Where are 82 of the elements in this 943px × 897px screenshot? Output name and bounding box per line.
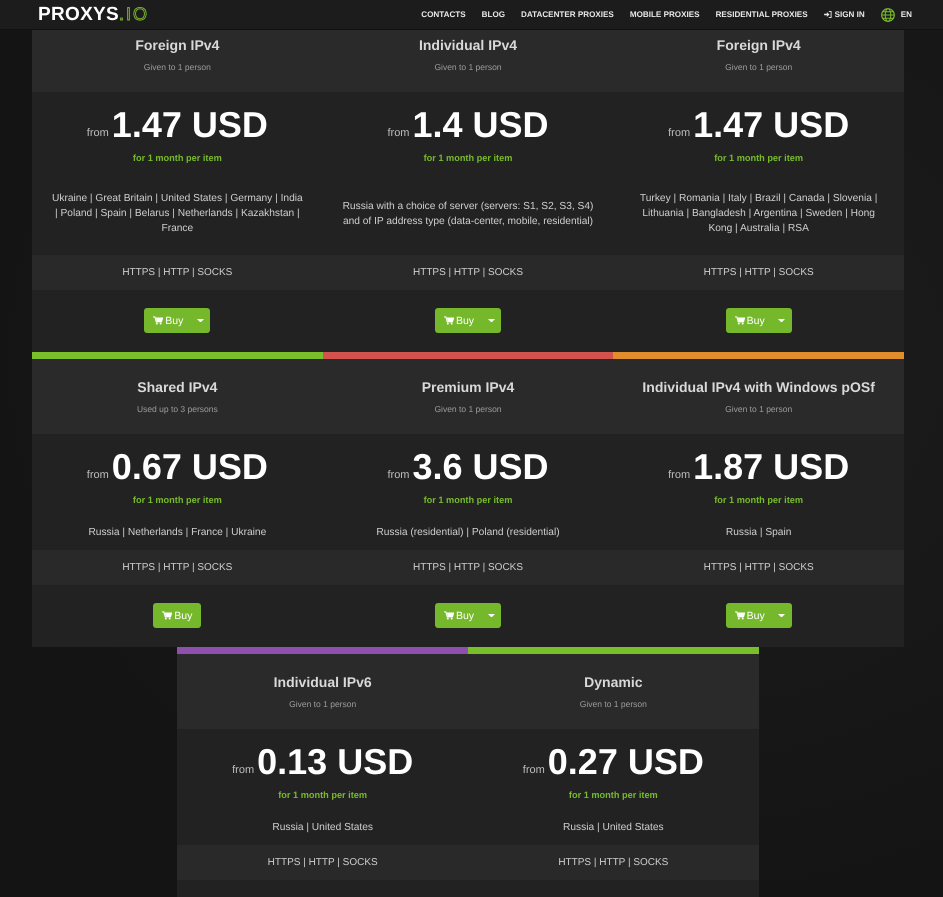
from-label: from [668,469,690,481]
plan-subtitle: Given to 1 person [142,61,212,73]
from-label: from [387,127,410,139]
plan-subtitle: Given to 1 person [724,61,794,73]
from-label: from [86,469,109,481]
nav-link[interactable]: CONTACTS [421,8,466,20]
country-list: Russia | United States [272,820,373,835]
plan-subtitle: Given to 1 person [433,403,503,415]
cart-icon [734,316,745,325]
plan-subtitle: Given to 1 person [578,698,648,710]
plan-title: Dynamic [583,673,644,691]
sign-in-link[interactable]: SIGN IN [824,8,865,20]
from-label: from [522,764,545,776]
plan-subtitle: Given to 1 person [288,698,358,710]
plan-title: Foreign IPv4 [134,36,220,54]
nav-link[interactable]: DATACENTER PROXIES [521,8,614,20]
caret-icon [778,318,786,322]
cart-icon [444,316,454,325]
protocol-list: HTTPS | HTTP | SOCKS [412,265,524,280]
nav-link[interactable]: BLOG [482,8,506,20]
price: 1.47 USD [112,105,268,145]
protocol-list: HTTPS | HTTP | SOCKS [704,265,814,280]
price: 0.13 USD [257,742,414,782]
billing-period: for 1 month per item [422,494,514,507]
protocol-list: HTTPS | HTTP | SOCKS [558,855,668,870]
billing-period: for 1 month per item [277,789,368,802]
cart-icon [162,611,172,620]
plan-title: Shared IPv4 [136,378,218,396]
protocol-list: HTTPS | HTTP | SOCKS [122,265,232,280]
plan-subtitle: Used up to 3 persons [136,403,219,415]
country-list: Russia | Spain [726,525,792,540]
plan-subtitle: Given to 1 person [433,61,503,73]
protocol-list: HTTPS | HTTP | SOCKS [704,560,814,575]
country-list: Ukraine | Great Britain | United States | Germany | India | Poland | Spain | Belarus | Netherlands | Kazakhstan | France [50,191,305,236]
price: 1.47 USD [693,105,850,145]
billing-period: for 1 month per item [132,152,223,165]
protocol-list: HTTPS | HTTP | SOCKS [122,560,232,575]
plan-title: Individual IPv4 with Windows pOSf [641,378,876,396]
country-list: Russia with a choice of server (servers: S1, S2, S3, S4) and of IP address type (data-center, mobile, residential) [340,198,596,228]
dropdown-toggle[interactable] [481,308,502,333]
caret-icon [196,318,204,322]
protocol-list: HTTPS | HTTP | SOCKS [268,855,378,870]
from-label: from [387,469,410,481]
logo[interactable]: PROXYS.IO [38,4,150,25]
sign-in-icon [824,11,832,18]
cart-icon [153,316,164,325]
cart-icon [444,611,454,620]
caret-icon [488,318,495,322]
globe-icon [880,8,895,22]
dropdown-toggle[interactable] [772,308,792,333]
country-list: Russia | Netherlands | France | Ukraine [88,525,266,540]
country-list: Russia (residential) | Poland (residential) [376,525,560,540]
country-list: Turkey | Romania | Italy | Brazil | Canada | Slovenia | Lithuania | Bangladesh | Argentina | Sweden | Hong Kong | Australia | RSA [631,191,886,236]
from-label: from [86,127,109,139]
price: 3.6 USD [412,447,549,487]
dropdown-toggle[interactable] [481,603,502,628]
plan-title: Premium IPv4 [420,378,516,396]
billing-period: for 1 month per item [568,789,659,802]
billing-period: for 1 month per item [713,152,804,165]
plan-title: Individual IPv6 [272,673,373,691]
cart-icon [734,611,745,620]
dropdown-toggle[interactable] [772,603,792,628]
price: 0.27 USD [548,742,704,782]
protocol-list: HTTPS | HTTP | SOCKS [412,560,524,575]
from-label: from [668,127,690,139]
language-selector[interactable]: EN [880,8,912,22]
billing-period: for 1 month per item [713,494,804,507]
plan-subtitle: Given to 1 person [724,403,794,415]
plan-title: Individual IPv4 [418,36,518,54]
price: 0.67 USD [112,447,268,487]
country-list: Russia | United States [563,820,664,835]
from-label: from [232,764,254,776]
nav-link[interactable]: MOBILE PROXIES [630,8,700,20]
billing-period: for 1 month per item [132,494,223,507]
price: 1.87 USD [693,447,850,487]
price: 1.4 USD [412,105,549,145]
billing-period: for 1 month per item [422,152,514,165]
nav-link[interactable]: RESIDENTIAL PROXIES [716,8,808,20]
caret-icon [488,614,495,618]
caret-icon [778,614,786,618]
dropdown-toggle[interactable] [190,308,210,333]
plan-title: Foreign IPv4 [716,36,802,54]
